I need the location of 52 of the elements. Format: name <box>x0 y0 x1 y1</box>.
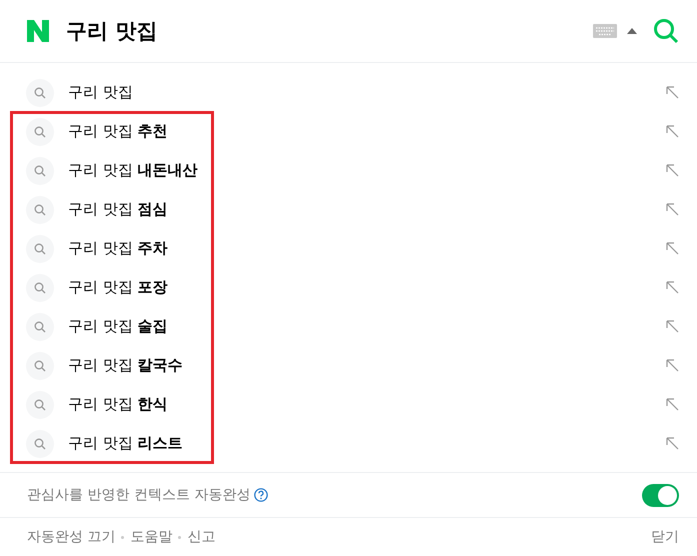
search-icon <box>26 390 54 418</box>
search-icon <box>26 118 54 146</box>
suggestion-text: 구리 맛집 점심 <box>68 200 169 219</box>
suggestion-item[interactable]: 구리 맛집 주차 <box>0 229 697 268</box>
fill-in-arrow-icon[interactable] <box>666 203 679 216</box>
search-icon <box>26 312 54 340</box>
fill-in-arrow-icon[interactable] <box>666 359 679 372</box>
help-icon[interactable] <box>254 488 268 502</box>
fill-in-arrow-icon[interactable] <box>666 281 679 294</box>
suggestion-item[interactable]: 구리 맛집 점심 <box>0 190 697 229</box>
toggle-switch[interactable] <box>642 484 679 506</box>
suggestion-text: 구리 맛집 한식 <box>68 395 169 414</box>
keyboard-icon[interactable] <box>593 24 617 38</box>
suggestion-text: 구리 맛집 <box>68 83 134 102</box>
close-link[interactable]: 닫기 <box>651 528 679 546</box>
suggestion-item[interactable]: 구리 맛집 추천 <box>0 112 697 151</box>
suggestion-item[interactable]: 구리 맛집 <box>0 73 697 112</box>
search-icon <box>26 274 54 302</box>
search-icon <box>26 430 54 458</box>
suggestion-text: 구리 맛집 포장 <box>68 278 169 297</box>
fill-in-arrow-icon[interactable] <box>666 437 679 450</box>
suggestion-text: 구리 맛집 주차 <box>68 239 169 258</box>
setting-label: 관심사를 반영한 컨텍스트 자동완성 <box>27 486 250 504</box>
suggestion-item[interactable]: 구리 맛집 리스트 <box>0 424 697 463</box>
fill-in-arrow-icon[interactable] <box>666 164 679 177</box>
search-icon <box>26 234 54 262</box>
search-icon <box>26 156 54 184</box>
search-icon[interactable] <box>653 18 679 44</box>
logo-icon[interactable] <box>26 19 50 43</box>
suggestion-text: 구리 맛집 리스트 <box>68 434 184 453</box>
suggestion-text: 구리 맛집 술집 <box>68 317 169 336</box>
fill-in-arrow-icon[interactable] <box>666 242 679 255</box>
caret-icon[interactable] <box>627 28 637 34</box>
fill-in-arrow-icon[interactable] <box>666 125 679 138</box>
suggestion-text: 구리 맛집 내돈내산 <box>68 161 199 180</box>
suggestion-item[interactable]: 구리 맛집 한식 <box>0 385 697 424</box>
search-icon <box>26 352 54 380</box>
suggestion-item[interactable]: 구리 맛집 칼국수 <box>0 346 697 385</box>
footer-link[interactable]: 자동완성 끄기 <box>27 528 116 546</box>
fill-in-arrow-icon[interactable] <box>666 320 679 333</box>
suggestion-item[interactable]: 구리 맛집 술집 <box>0 307 697 346</box>
suggestion-item[interactable]: 구리 맛집 포장 <box>0 268 697 307</box>
suggestion-text: 구리 맛집 추천 <box>68 122 169 141</box>
search-icon <box>26 196 54 224</box>
suggestion-text: 구리 맛집 칼국수 <box>68 356 184 375</box>
suggestion-item[interactable]: 구리 맛집 내돈내산 <box>0 151 697 190</box>
footer-link[interactable]: 도움말 <box>130 528 172 546</box>
search-field[interactable]: 구리 맛집 <box>66 19 577 43</box>
fill-in-arrow-icon[interactable] <box>666 86 679 99</box>
fill-in-arrow-icon[interactable] <box>666 398 679 411</box>
footer-link[interactable]: 신고 <box>187 528 216 546</box>
search-icon <box>26 78 54 106</box>
